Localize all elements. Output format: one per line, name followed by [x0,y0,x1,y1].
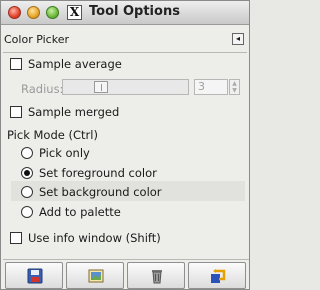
reset-options-button[interactable] [188,262,246,289]
minimize-window-button[interactable] [27,6,40,19]
save-options-button[interactable] [5,262,63,289]
sample-merged-checkbox[interactable] [10,106,22,118]
save-options-icon [27,268,43,284]
sample-average-label[interactable]: Sample average [28,57,122,71]
radio-set-foreground[interactable] [21,167,33,179]
use-info-window-label[interactable]: Use info window (Shift) [28,231,161,245]
radius-label: Radius: [21,82,64,96]
title-bar[interactable]: X Tool Options [1,1,249,25]
radio-set-background[interactable] [21,186,33,198]
x11-icon: X [67,5,82,20]
restore-options-icon [88,269,104,283]
bottom-toolbar [3,259,249,289]
tab-title: Color Picker [4,33,69,46]
use-info-window-checkbox[interactable] [10,232,22,244]
dock-tab-header: Color Picker ◂ [1,30,249,50]
radius-slider[interactable] [62,79,189,95]
radius-slider-thumb[interactable] [94,81,108,93]
delete-options-button[interactable] [127,262,185,289]
zoom-window-button[interactable] [46,6,59,19]
radio-add-to-palette[interactable] [21,206,33,218]
pick-mode-label: Pick Mode (Ctrl) [7,128,98,142]
radius-spinbox[interactable]: 3 [194,79,228,95]
tool-options-window: X Tool Options Color Picker ◂ Sample ave… [0,0,250,290]
sample-merged-label[interactable]: Sample merged [28,105,119,119]
restore-options-button[interactable] [66,262,124,289]
radio-pick-only-label[interactable]: Pick only [39,146,90,160]
close-window-button[interactable] [8,6,21,19]
reset-options-icon [211,269,226,283]
delete-options-icon [152,270,162,284]
sample-average-checkbox[interactable] [10,58,22,70]
radio-add-to-palette-label[interactable]: Add to palette [39,205,121,219]
radius-spin-arrows-icon[interactable]: ▲ ▼ [229,79,240,95]
tab-menu-icon[interactable]: ◂ [232,33,244,45]
radio-set-background-label[interactable]: Set background color [39,185,162,199]
radio-set-foreground-label[interactable]: Set foreground color [39,166,157,180]
window-title: Tool Options [89,4,180,19]
radio-pick-only[interactable] [21,147,33,159]
